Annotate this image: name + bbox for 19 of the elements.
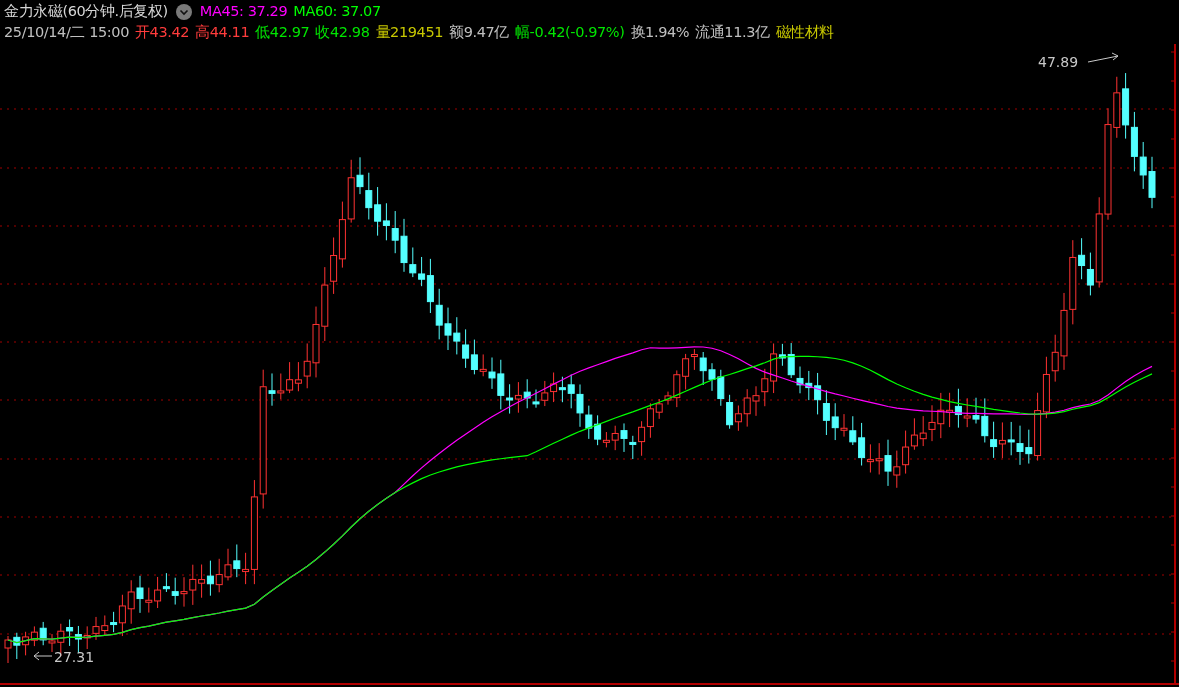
moving-average-value: MA60: 37.07 — [293, 2, 381, 21]
arrow-icon — [33, 651, 53, 661]
quote-field: 收42.98 — [315, 23, 370, 42]
quote-field: 幅-0.42(-0.97%) — [514, 23, 625, 42]
arrow-icon — [1087, 52, 1119, 63]
low-price-label: 27.31 — [54, 649, 95, 665]
quote-field: 额9.47亿 — [449, 23, 509, 42]
quote-field: 换1.94% — [630, 23, 690, 42]
dropdown-icon[interactable] — [175, 3, 192, 20]
quote-field: 高44.11 — [195, 23, 250, 42]
quote-field: 磁性材料 — [775, 23, 835, 42]
quote-field: 流通11.3亿 — [695, 23, 770, 42]
quote-field: 低42.97 — [255, 23, 310, 42]
quote-field: 25/10/14/二 15:00 — [4, 23, 129, 42]
moving-average-value: MA45: 37.29 — [199, 2, 288, 21]
quote-field: 量219451 — [375, 23, 444, 42]
stock-title: 金力永磁(60分钟.后复权) — [4, 2, 168, 21]
high-price-label: 47.89 — [1038, 54, 1079, 70]
quote-field: 开43.42 — [135, 23, 190, 42]
